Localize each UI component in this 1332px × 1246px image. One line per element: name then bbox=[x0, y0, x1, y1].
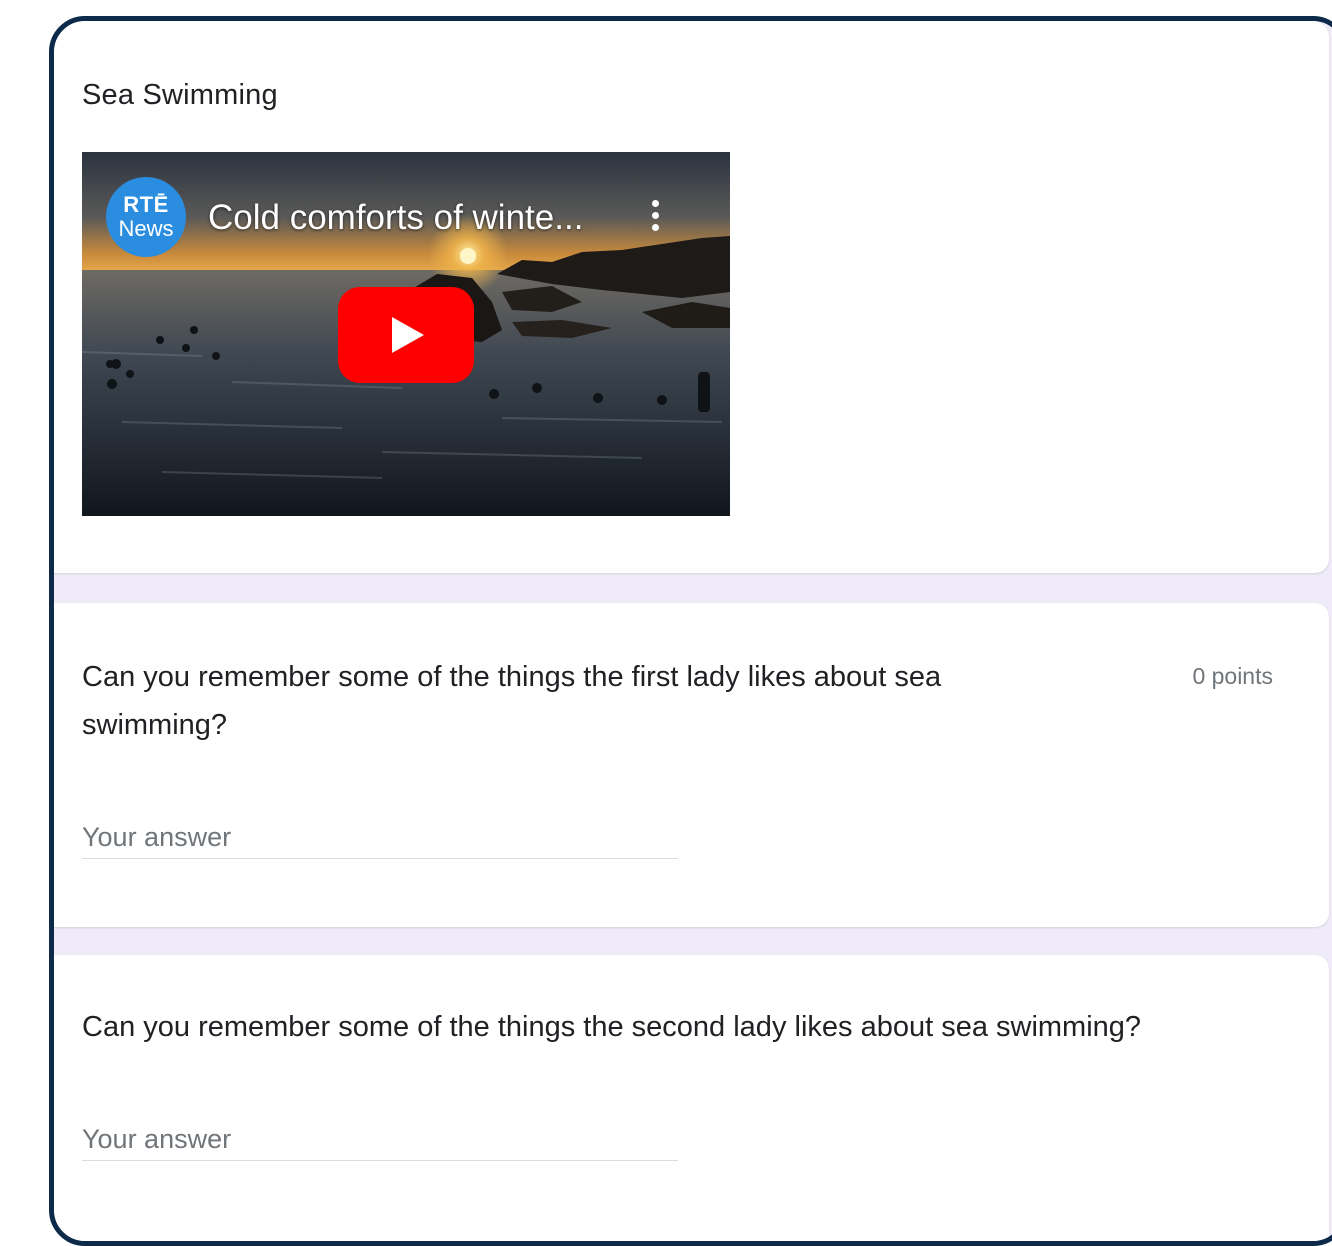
device-frame: Sea Swimming RTĒ News Cold comforts of w… bbox=[49, 16, 1332, 1246]
channel-logo-line1: RTĒ bbox=[123, 192, 169, 217]
channel-logo[interactable]: RTĒ News bbox=[106, 177, 186, 257]
youtube-play-icon[interactable] bbox=[338, 287, 474, 383]
kebab-menu-icon[interactable] bbox=[648, 200, 662, 238]
answer-input-1[interactable] bbox=[82, 816, 678, 859]
question-text-1: Can you remember some of the things the … bbox=[82, 661, 942, 741]
channel-logo-line2: News bbox=[118, 216, 174, 241]
question-card-2: Can you remember some of the things the … bbox=[54, 955, 1329, 1241]
points-label: 0 points bbox=[1192, 663, 1273, 689]
question-text-2: Can you remember some of the things the … bbox=[82, 1011, 1142, 1043]
video-title[interactable]: Cold comforts of winte... bbox=[208, 198, 583, 238]
answer-input-2[interactable] bbox=[82, 1118, 678, 1161]
video-section-card: Sea Swimming RTĒ News Cold comforts of w… bbox=[54, 21, 1329, 573]
section-title: Sea Swimming bbox=[82, 79, 278, 111]
embedded-video[interactable]: RTĒ News Cold comforts of winte... bbox=[82, 152, 730, 516]
question-card-1: Can you remember some of the things the … bbox=[54, 603, 1329, 927]
